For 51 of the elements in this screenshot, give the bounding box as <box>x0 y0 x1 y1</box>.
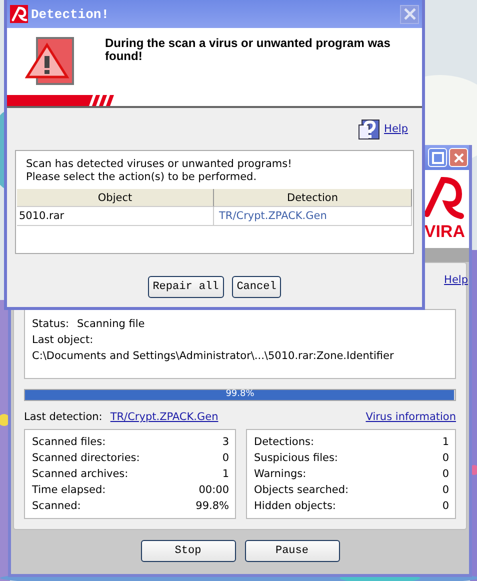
last-object-label: Last object: <box>32 333 94 348</box>
status-value: Scanning file <box>77 318 145 330</box>
stat-value: 0 <box>222 451 229 466</box>
window-title: Detection! <box>31 6 110 22</box>
stat-value: 0 <box>442 483 449 498</box>
logo-text: VIRA <box>424 222 465 242</box>
virus-information-link[interactable]: Virus information <box>366 411 456 423</box>
stat-value: 3 <box>222 435 229 450</box>
info-text: Please select the action(s) to be performed. <box>26 171 258 184</box>
table-cell: 5010.rar <box>17 207 214 225</box>
stat-label: Scanned directories: <box>32 451 140 466</box>
help-link[interactable]: Help <box>384 123 408 135</box>
stat-label: Hidden objects: <box>254 499 336 514</box>
close-icon <box>404 8 416 20</box>
last-detection-label: Last detection: <box>24 411 102 423</box>
stop-button[interactable]: Stop <box>140 540 236 562</box>
table-cell: TR/Crypt.ZPACK.Gen <box>214 207 412 225</box>
stat-value: 1 <box>442 435 449 450</box>
help-link[interactable]: Help <box>444 274 468 286</box>
stat-label: Time elapsed: <box>32 483 106 498</box>
maximize-icon <box>432 152 444 164</box>
detection-message: During the scan a virus or unwanted program was found! <box>105 37 392 63</box>
help-icon <box>358 118 380 140</box>
info-text: Scan has detected viruses or unwanted programs! <box>26 158 293 171</box>
stat-label: Detections: <box>254 435 314 450</box>
column-header[interactable]: Object <box>17 189 214 207</box>
stat-label: Scanned files: <box>32 435 106 450</box>
stat-value: 00:00 <box>198 483 229 498</box>
stat-value: 0 <box>442 451 449 466</box>
status-label: Status: <box>32 318 69 330</box>
column-header[interactable]: Detection <box>214 189 412 207</box>
stat-value: 1 <box>222 467 229 482</box>
cancel-button[interactable]: Cancel <box>232 276 282 298</box>
stat-label: Scanned: <box>32 499 81 514</box>
last-object-path: C:\Documents and Settings\Administrator\...\5010.rar:Zone.Identifier <box>32 349 395 364</box>
repair-all-button[interactable]: Repair all <box>148 276 224 298</box>
close-button[interactable] <box>400 4 419 24</box>
stat-label: Suspicious files: <box>254 451 338 466</box>
progress-reading: 99.8% <box>224 388 256 400</box>
app-icon <box>10 5 28 23</box>
stat-value: 0 <box>442 467 449 482</box>
maximize-button[interactable] <box>428 148 447 167</box>
detection-link[interactable]: TR/Crypt.ZPACK.Gen <box>110 411 218 423</box>
stat-label: Objects searched: <box>254 483 349 498</box>
pause-button[interactable]: Pause <box>244 540 340 562</box>
stat-label: Warnings: <box>254 467 306 482</box>
close-icon <box>452 152 464 164</box>
stat-label: Scanned archives: <box>32 467 128 482</box>
warning-icon <box>25 37 75 85</box>
stat-value: 0 <box>442 499 449 514</box>
stat-value: 99.8% <box>196 499 229 514</box>
